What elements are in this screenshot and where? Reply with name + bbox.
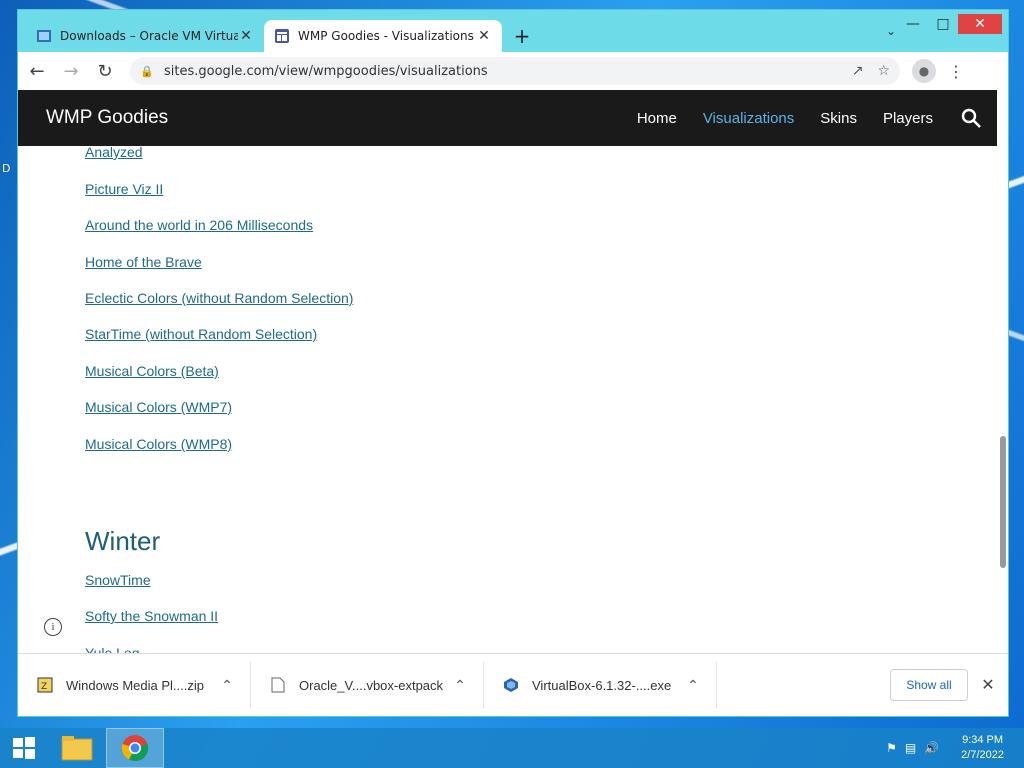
desktop-edge-text: D bbox=[2, 162, 11, 175]
download-item[interactable]: VirtualBox-6.1.32-....exe ⌃ bbox=[484, 662, 717, 708]
chevron-up-icon[interactable]: ⌃ bbox=[682, 677, 704, 694]
minimize-icon[interactable]: — bbox=[898, 14, 928, 34]
scroll-thumb[interactable] bbox=[1000, 436, 1006, 568]
tab-strip: Downloads – Oracle VM VirtualB ✕ WMP Goo… bbox=[26, 20, 536, 52]
site-title[interactable]: WMP Goodies bbox=[46, 107, 168, 129]
download-name: Windows Media Pl....zip bbox=[66, 677, 204, 693]
download-shelf: Z Windows Media Pl....zip ⌃ Oracle_V....… bbox=[18, 653, 1008, 716]
nav-players[interactable]: Players bbox=[883, 110, 933, 127]
download-item[interactable]: Z Windows Media Pl....zip ⌃ bbox=[18, 662, 251, 708]
browser-toolbar: ← → ↻ 🔒 sites.google.com/view/wmpgoodies… bbox=[18, 52, 1008, 90]
page-scrollbar[interactable] bbox=[997, 146, 1008, 653]
reload-icon[interactable]: ↻ bbox=[90, 56, 120, 86]
forward-icon[interactable]: → bbox=[56, 56, 86, 86]
address-bar[interactable]: 🔒 sites.google.com/view/wmpgoodies/visua… bbox=[130, 57, 900, 85]
site-header: WMP Goodies Home Visualizations Skins Pl… bbox=[18, 90, 997, 146]
viz-link[interactable]: Softy the Snowman II bbox=[85, 608, 218, 624]
virtualbox-icon bbox=[502, 676, 520, 694]
new-tab-icon[interactable]: + bbox=[508, 22, 536, 50]
section-heading-winter: Winter bbox=[85, 526, 161, 556]
viz-link[interactable]: Musical Colors (Beta) bbox=[85, 363, 219, 379]
site-nav: Home Visualizations Skins Players bbox=[637, 106, 983, 130]
clock-time: 9:34 PM bbox=[962, 734, 1004, 746]
viz-link[interactable]: StarTime (without Random Selection) bbox=[85, 326, 317, 342]
tab-close-icon[interactable]: ✕ bbox=[238, 28, 254, 44]
virtualbox-favicon-icon bbox=[37, 30, 51, 42]
tab-title: WMP Goodies - Visualizations bbox=[298, 29, 474, 43]
close-shelf-icon[interactable]: ✕ bbox=[968, 675, 1008, 695]
nav-visualizations[interactable]: Visualizations bbox=[703, 110, 794, 127]
url-text: sites.google.com/view/wmpgoodies/visuali… bbox=[164, 63, 488, 79]
download-name: VirtualBox-6.1.32-....exe bbox=[532, 677, 672, 693]
menu-kebab-icon[interactable]: ⋮ bbox=[944, 62, 968, 81]
viz-link[interactable]: Around the world in 206 Milliseconds bbox=[85, 217, 313, 233]
bookmark-star-icon[interactable]: ☆ bbox=[877, 63, 890, 79]
tab-title: Downloads – Oracle VM VirtualB bbox=[60, 29, 238, 43]
windows-logo-icon bbox=[13, 737, 35, 759]
tab-visualizations[interactable]: WMP Goodies - Visualizations ✕ bbox=[264, 20, 502, 52]
page-viewport: WMP Goodies Home Visualizations Skins Pl… bbox=[18, 90, 1008, 653]
google-sites-favicon-icon bbox=[275, 29, 289, 43]
svg-text:Z: Z bbox=[41, 682, 47, 692]
maximize-icon[interactable]: □ bbox=[928, 14, 958, 34]
clock[interactable]: 9:34 PM 2/7/2022 bbox=[961, 733, 1004, 763]
window-controls: — □ ✕ bbox=[898, 14, 1002, 34]
viz-link[interactable]: Eclectic Colors (without Random Selectio… bbox=[85, 290, 353, 306]
action-center-flag-icon[interactable]: ⚑ bbox=[886, 741, 897, 755]
download-name: Oracle_V....vbox-extpack bbox=[299, 677, 444, 693]
share-icon[interactable]: ↗ bbox=[852, 63, 864, 79]
chevron-up-icon[interactable]: ⌃ bbox=[449, 677, 471, 694]
search-icon[interactable] bbox=[959, 106, 983, 130]
network-icon[interactable]: ▤ bbox=[905, 741, 916, 755]
system-tray: ⚑ ▤ 🔊 9:34 PM 2/7/2022 bbox=[886, 733, 1004, 763]
lock-icon[interactable]: 🔒 bbox=[140, 65, 156, 78]
back-icon[interactable]: ← bbox=[22, 56, 52, 86]
viz-link[interactable]: Analyzed bbox=[85, 144, 143, 160]
viz-link[interactable]: SnowTime bbox=[85, 572, 151, 588]
nav-home[interactable]: Home bbox=[637, 110, 677, 127]
start-button[interactable] bbox=[0, 728, 48, 768]
volume-icon[interactable]: 🔊 bbox=[924, 741, 939, 755]
viz-link[interactable]: Yule Log bbox=[85, 645, 140, 653]
tab-search-chevron-icon[interactable]: ⌄ bbox=[886, 24, 896, 38]
nav-skins[interactable]: Skins bbox=[820, 110, 857, 127]
omnibox-actions: ↗ ☆ bbox=[852, 63, 890, 79]
taskbar: ⚑ ▤ 🔊 9:34 PM 2/7/2022 bbox=[0, 728, 1024, 768]
chevron-up-icon[interactable]: ⌃ bbox=[216, 677, 238, 694]
tab-downloads[interactable]: Downloads – Oracle VM VirtualB ✕ bbox=[26, 20, 264, 52]
chrome-taskbar-icon[interactable] bbox=[106, 728, 164, 768]
file-explorer-icon[interactable] bbox=[48, 728, 106, 768]
profile-avatar-icon[interactable]: ● bbox=[912, 59, 936, 83]
download-item[interactable]: Oracle_V....vbox-extpack ⌃ bbox=[251, 662, 484, 708]
clock-date: 2/7/2022 bbox=[961, 749, 1004, 761]
browser-window: — □ ✕ Downloads – Oracle VM VirtualB ✕ W… bbox=[18, 10, 1008, 716]
file-icon bbox=[269, 676, 287, 694]
viz-link[interactable]: Picture Viz II bbox=[85, 181, 163, 197]
zip-icon: Z bbox=[36, 676, 54, 694]
viz-link[interactable]: Musical Colors (WMP7) bbox=[85, 399, 232, 415]
show-all-button[interactable]: Show all bbox=[890, 669, 968, 701]
close-window-icon[interactable]: ✕ bbox=[958, 14, 1002, 34]
viz-link[interactable]: Home of the Brave bbox=[85, 254, 202, 270]
info-icon[interactable]: i bbox=[44, 618, 62, 636]
tab-close-icon[interactable]: ✕ bbox=[476, 28, 492, 44]
viz-link[interactable]: Musical Colors (WMP8) bbox=[85, 436, 232, 452]
